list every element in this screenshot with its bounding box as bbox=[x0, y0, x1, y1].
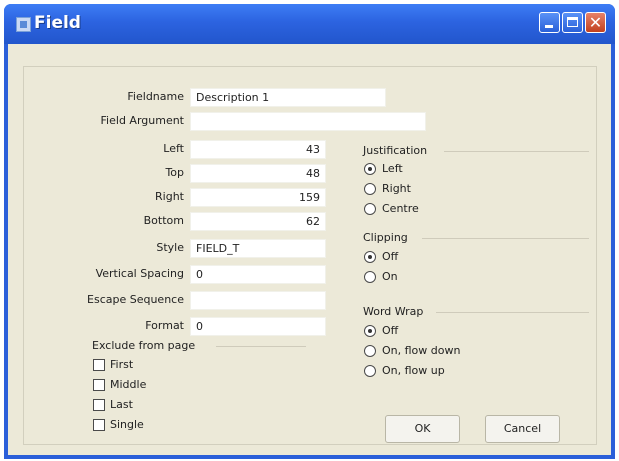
word-wrap-off-radio[interactable] bbox=[364, 325, 376, 337]
format-field[interactable]: 0 bbox=[190, 317, 326, 336]
clipping-heading: Clipping bbox=[363, 231, 408, 244]
minimize-button[interactable] bbox=[539, 12, 560, 33]
escape-sequence-field[interactable] bbox=[190, 291, 326, 310]
exclude-first-checkbox[interactable] bbox=[93, 359, 105, 371]
justification-right-label: Right bbox=[382, 182, 411, 195]
vertical-spacing-field[interactable]: 0 bbox=[190, 265, 326, 284]
word-wrap-heading: Word Wrap bbox=[363, 305, 424, 318]
ok-button[interactable]: OK bbox=[385, 415, 460, 443]
top-label: Top bbox=[165, 166, 184, 179]
field-dialog-window: Field ✕ Fieldname Description 1 Field Ar… bbox=[4, 4, 615, 459]
title-bar[interactable]: Field ✕ bbox=[4, 4, 615, 44]
left-field[interactable]: 43 bbox=[190, 140, 326, 159]
exclude-last-label: Last bbox=[110, 398, 133, 411]
field-argument-label: Field Argument bbox=[100, 114, 184, 127]
cancel-button[interactable]: Cancel bbox=[485, 415, 560, 443]
minimize-icon bbox=[545, 25, 553, 28]
right-label: Right bbox=[155, 190, 184, 203]
dialog-body: Fieldname Description 1 Field Argument L… bbox=[8, 44, 611, 455]
style-field[interactable]: FIELD_T bbox=[190, 239, 326, 258]
top-field[interactable]: 48 bbox=[190, 164, 326, 183]
fieldname-field[interactable]: Description 1 bbox=[190, 88, 386, 107]
clipping-off-radio[interactable] bbox=[364, 251, 376, 263]
justification-centre-radio[interactable] bbox=[364, 203, 376, 215]
exclude-from-page-heading: Exclude from page bbox=[92, 339, 196, 352]
maximize-icon bbox=[567, 17, 578, 27]
exclude-middle-checkbox[interactable] bbox=[93, 379, 105, 391]
left-label: Left bbox=[163, 142, 184, 155]
clipping-on-label: On bbox=[382, 270, 398, 283]
right-field[interactable]: 159 bbox=[190, 188, 326, 207]
clipping-off-label: Off bbox=[382, 250, 399, 263]
exclude-single-label: Single bbox=[110, 418, 144, 431]
word-wrap-flow-down-radio[interactable] bbox=[364, 345, 376, 357]
escape-sequence-label: Escape Sequence bbox=[87, 293, 184, 306]
word-wrap-off-label: Off bbox=[382, 324, 399, 337]
bottom-label: Bottom bbox=[143, 214, 184, 227]
word-wrap-group-divider bbox=[436, 312, 589, 313]
window-title: Field bbox=[34, 13, 81, 33]
style-label: Style bbox=[156, 241, 184, 254]
maximize-button[interactable] bbox=[562, 12, 583, 33]
justification-left-label: Left bbox=[382, 162, 403, 175]
close-button[interactable]: ✕ bbox=[585, 12, 606, 33]
field-argument-field[interactable] bbox=[190, 112, 426, 131]
exclude-single-checkbox[interactable] bbox=[93, 419, 105, 431]
clipping-on-radio[interactable] bbox=[364, 271, 376, 283]
exclude-group-divider bbox=[216, 346, 306, 347]
justification-heading: Justification bbox=[363, 144, 428, 157]
exclude-last-checkbox[interactable] bbox=[93, 399, 105, 411]
close-icon: ✕ bbox=[588, 13, 603, 32]
justification-group-divider bbox=[444, 151, 589, 152]
dialog-panel: Fieldname Description 1 Field Argument L… bbox=[23, 66, 597, 445]
justification-centre-label: Centre bbox=[382, 202, 419, 215]
word-wrap-flow-down-label: On, flow down bbox=[382, 344, 461, 357]
justification-left-radio[interactable] bbox=[364, 163, 376, 175]
fieldname-label: Fieldname bbox=[127, 90, 184, 103]
justification-right-radio[interactable] bbox=[364, 183, 376, 195]
vertical-spacing-label: Vertical Spacing bbox=[95, 267, 184, 280]
format-label: Format bbox=[145, 319, 184, 332]
word-wrap-flow-up-radio[interactable] bbox=[364, 365, 376, 377]
window-app-icon bbox=[16, 17, 31, 32]
word-wrap-flow-up-label: On, flow up bbox=[382, 364, 445, 377]
bottom-field[interactable]: 62 bbox=[190, 212, 326, 231]
exclude-middle-label: Middle bbox=[110, 378, 147, 391]
exclude-first-label: First bbox=[110, 358, 134, 371]
clipping-group-divider bbox=[422, 238, 589, 239]
